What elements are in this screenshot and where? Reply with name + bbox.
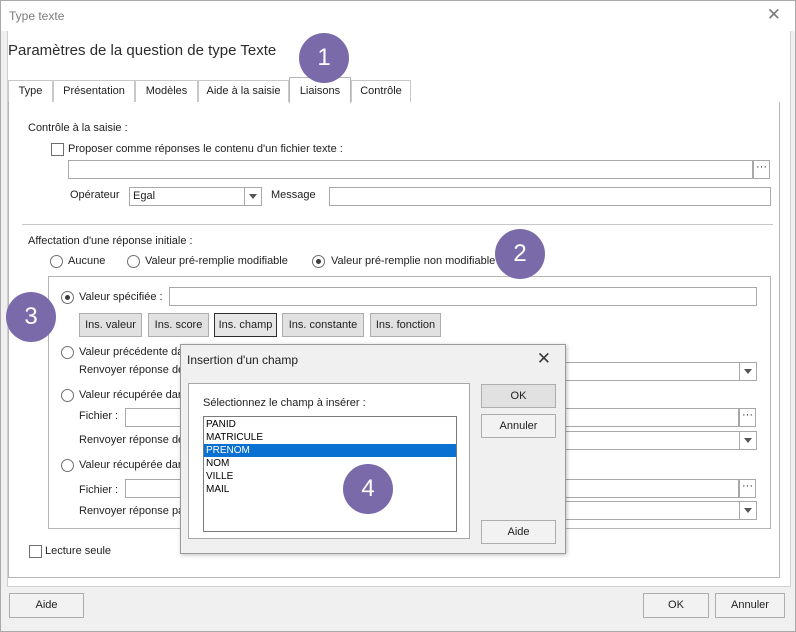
- chevron-down-icon[interactable]: [739, 502, 756, 519]
- affectation-section-label: Affectation d'une réponse initiale :: [28, 235, 193, 247]
- tab-controle[interactable]: Contrôle: [351, 80, 411, 102]
- list-item[interactable]: MAIL: [204, 483, 456, 496]
- proposer-checkbox[interactable]: [51, 143, 64, 156]
- callout-badge-2: 2: [495, 229, 545, 279]
- ins-fonction-button[interactable]: Ins. fonction: [370, 313, 441, 337]
- callout-badge-4: 4: [343, 464, 393, 514]
- operateur-label: Opérateur: [70, 189, 120, 201]
- window-title: Type texte: [9, 9, 65, 23]
- ins-valeur-button[interactable]: Ins. valeur: [79, 313, 142, 337]
- radio-aucune-label: Aucune: [68, 255, 106, 267]
- callout-badge-3: 3: [6, 292, 56, 342]
- renvoyer-select-3[interactable]: [560, 501, 757, 520]
- radio-non-modifiable-label: Valeur pré-remplie non modifiable: [331, 255, 496, 267]
- message-label: Message: [271, 189, 316, 201]
- radio-valeur-specifiee[interactable]: [61, 291, 74, 304]
- tab-type[interactable]: Type: [8, 80, 53, 102]
- list-item[interactable]: VILLE: [204, 470, 456, 483]
- valeur-specifiee-input[interactable]: [169, 287, 757, 306]
- renvoyer-select-2[interactable]: [560, 431, 757, 450]
- champ-listbox[interactable]: PANID MATRICULE PRENOM NOM VILLE MAIL: [203, 416, 457, 532]
- chevron-down-icon[interactable]: [739, 363, 756, 380]
- radio-modifiable-label: Valeur pré-remplie modifiable: [145, 255, 288, 267]
- fichier-label-1: Fichier :: [79, 410, 119, 422]
- valeur-specifiee-label: Valeur spécifiée :: [79, 291, 163, 303]
- renvoyer-label-3: Renvoyer réponse pa: [79, 505, 185, 517]
- insertion-champ-dialog: Insertion d'un champ ✕ Sélectionnez le c…: [180, 344, 566, 554]
- renvoyer-label-2: Renvoyer réponse de: [79, 434, 185, 446]
- ok-button[interactable]: OK: [643, 593, 709, 618]
- browse-button-1[interactable]: ···: [739, 408, 756, 427]
- renvoyer-select-1[interactable]: [560, 362, 757, 381]
- tab-presentation[interactable]: Présentation: [53, 80, 135, 102]
- renvoyer-label-1: Renvoyer réponse de: [79, 364, 185, 376]
- popup-annuler-button[interactable]: Annuler: [481, 414, 556, 438]
- operateur-value: Egal: [133, 190, 156, 202]
- radio-non-modifiable[interactable]: [312, 255, 325, 268]
- radio-modifiable[interactable]: [127, 255, 140, 268]
- fichier-label-2: Fichier :: [79, 484, 119, 496]
- tab-modeles[interactable]: Modèles: [135, 80, 198, 102]
- list-item[interactable]: PANID: [204, 418, 456, 431]
- ins-champ-button[interactable]: Ins. champ: [214, 313, 277, 337]
- aide-button[interactable]: Aide: [9, 593, 84, 618]
- close-icon[interactable]: ✕: [537, 349, 551, 369]
- separator: [22, 224, 773, 225]
- radio-valeur-recuperee-2[interactable]: [61, 459, 74, 472]
- annuler-button[interactable]: Annuler: [715, 593, 785, 618]
- close-icon[interactable]: ✕: [767, 5, 781, 25]
- list-item-selected[interactable]: PRENOM: [204, 444, 456, 457]
- lecture-seule-label: Lecture seule: [45, 545, 112, 557]
- popup-prompt: Sélectionnez le champ à insérer :: [203, 397, 366, 409]
- controle-section-label: Contrôle à la saisie :: [28, 122, 128, 134]
- browse-button-2[interactable]: ···: [739, 479, 756, 498]
- chevron-down-icon[interactable]: [244, 188, 261, 205]
- fichier-texte-input[interactable]: [68, 160, 753, 179]
- browse-button[interactable]: ···: [753, 160, 770, 179]
- popup-title: Insertion d'un champ: [187, 353, 299, 367]
- popup-aide-button[interactable]: Aide: [481, 520, 556, 544]
- valeur-recuperee-label-2: Valeur récupérée dar: [79, 459, 182, 471]
- valeur-precedente-label: Valeur précédente da: [79, 346, 184, 358]
- ins-score-button[interactable]: Ins. score: [148, 313, 209, 337]
- message-input[interactable]: [329, 187, 771, 206]
- tab-aide-saisie[interactable]: Aide à la saisie: [198, 80, 289, 102]
- valeur-recuperee-label-1: Valeur récupérée dar: [79, 389, 182, 401]
- radio-aucune[interactable]: [50, 255, 63, 268]
- proposer-label: Proposer comme réponses le contenu d'un …: [68, 143, 343, 155]
- ins-constante-button[interactable]: Ins. constante: [282, 313, 364, 337]
- dialog-title: Paramètres de la question de type Texte: [8, 42, 277, 59]
- lecture-seule-checkbox[interactable]: [29, 545, 42, 558]
- radio-valeur-recuperee-1[interactable]: [61, 389, 74, 402]
- callout-badge-1: 1: [299, 33, 349, 83]
- radio-valeur-precedente[interactable]: [61, 346, 74, 359]
- operateur-select[interactable]: Egal: [129, 187, 262, 206]
- list-item[interactable]: NOM: [204, 457, 456, 470]
- popup-groupbox: Sélectionnez le champ à insérer : PANID …: [188, 383, 470, 539]
- popup-ok-button[interactable]: OK: [481, 384, 556, 408]
- title-bar: Type texte ✕: [1, 1, 795, 31]
- list-item[interactable]: MATRICULE: [204, 431, 456, 444]
- chevron-down-icon[interactable]: [739, 432, 756, 449]
